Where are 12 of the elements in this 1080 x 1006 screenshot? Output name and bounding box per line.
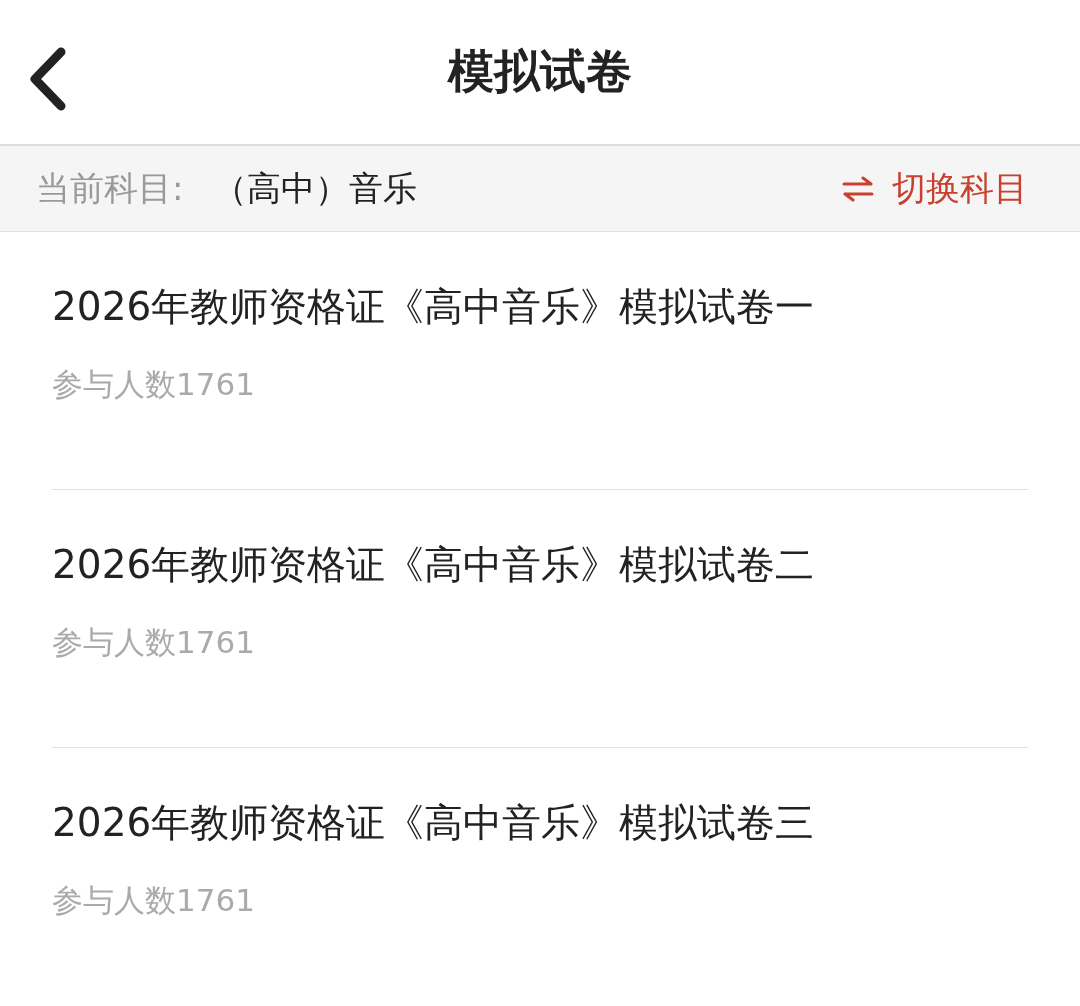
swap-arrows-icon <box>842 175 874 202</box>
paper-title[interactable]: 2026年教师资格证《高中音乐》模拟试卷一 <box>52 282 1028 332</box>
switch-subject-link[interactable]: 切换科目 <box>842 165 1028 212</box>
participant-count: 参与人数1761 <box>52 365 256 404</box>
back-icon <box>27 46 67 112</box>
participant-count: 参与人数1761 <box>52 881 256 920</box>
paper-title[interactable]: 2026年教师资格证《高中音乐》模拟试卷三 <box>52 798 1028 848</box>
subject-label: 当前科目: <box>36 166 184 210</box>
participant-count: 参与人数1761 <box>52 623 256 662</box>
subject-value: （高中）音乐 <box>213 166 418 210</box>
page-title: 模拟试卷 <box>448 43 632 100</box>
paper-title[interactable]: 2026年教师资格证《高中音乐》模拟试卷二 <box>52 540 1028 590</box>
